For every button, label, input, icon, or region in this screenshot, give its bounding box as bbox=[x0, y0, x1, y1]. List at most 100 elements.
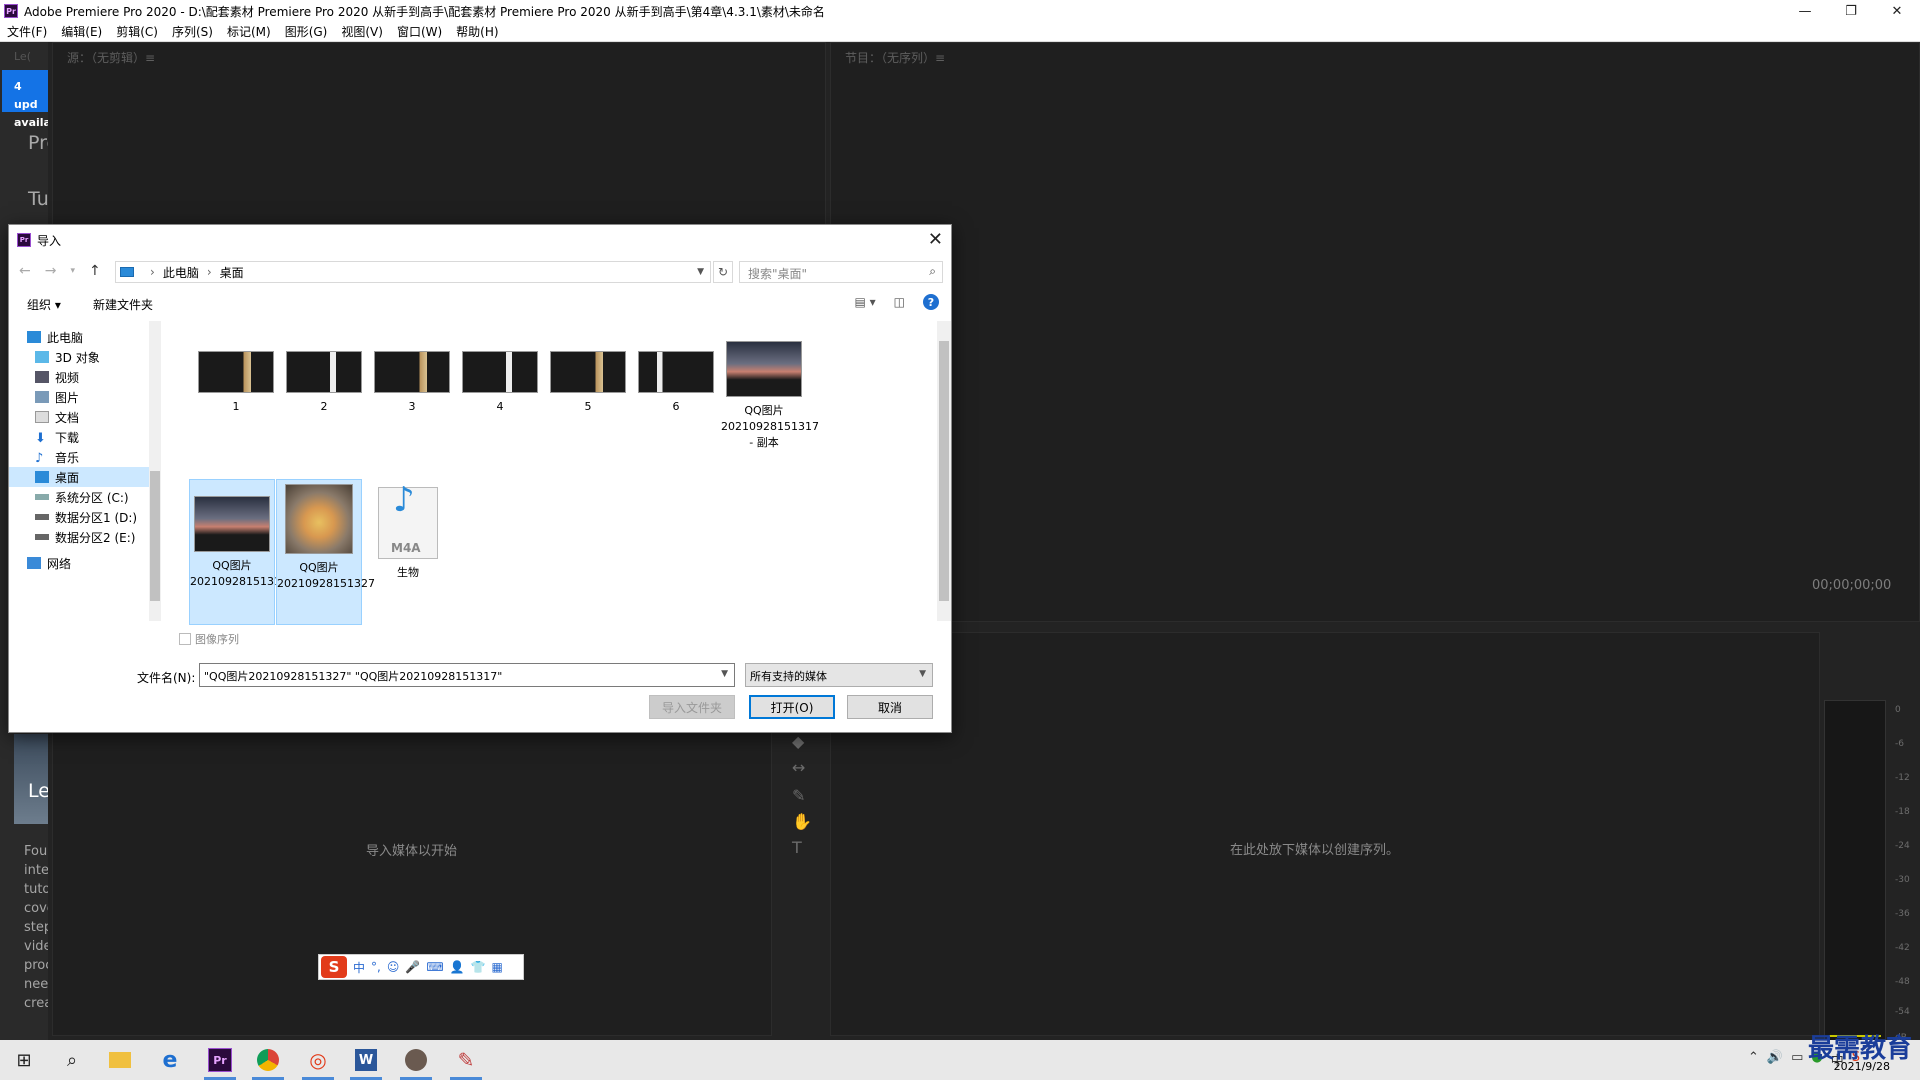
new-folder-button[interactable]: 新建文件夹 bbox=[93, 296, 153, 313]
recent-locations-icon[interactable]: ▾ bbox=[70, 266, 75, 279]
network-tray-icon[interactable]: ▭ bbox=[1791, 1050, 1803, 1069]
program-timecode[interactable]: 00;00;00;00 bbox=[1812, 578, 1891, 593]
search-placeholder: 搜索"桌面" bbox=[748, 267, 808, 281]
help-icon[interactable]: ? bbox=[923, 294, 939, 310]
nav-item-videos[interactable]: 视频 bbox=[9, 367, 149, 387]
close-window-button[interactable]: ✕ bbox=[1874, 0, 1920, 22]
program-panel-header[interactable]: 节目：（无序列）≡ bbox=[831, 43, 1919, 67]
premiere-taskbar-icon[interactable]: Pr bbox=[200, 1044, 240, 1080]
chevron-down-icon[interactable]: ▼ bbox=[697, 267, 704, 277]
refresh-button[interactable]: ↻ bbox=[713, 261, 733, 283]
file-item[interactable]: 3 bbox=[369, 351, 455, 415]
image-sequence-checkbox[interactable]: 图像序列 bbox=[179, 631, 239, 647]
up-arrow-icon[interactable]: ↑ bbox=[89, 263, 101, 279]
file-item[interactable]: ♪ M4A 生物 bbox=[365, 483, 451, 581]
minimize-button[interactable]: — bbox=[1782, 0, 1828, 22]
nav-item-3d-objects[interactable]: 3D 对象 bbox=[9, 347, 149, 367]
nav-item-downloads[interactable]: ⬇ 下载 bbox=[9, 427, 149, 447]
screen-recorder-icon[interactable]: ◎ bbox=[298, 1044, 338, 1080]
hand-tool-icon[interactable]: ✋ bbox=[792, 812, 812, 831]
menu-help[interactable]: 帮助(H) bbox=[449, 23, 505, 40]
preview-pane-icon[interactable]: ◫ bbox=[894, 295, 905, 309]
update-banner[interactable]: 4 upd availa bbox=[2, 70, 48, 129]
keyboard-icon[interactable]: ⌨ bbox=[426, 960, 443, 974]
filename-input[interactable]: "QQ图片20210928151327" "QQ图片20210928151317… bbox=[199, 663, 735, 687]
microphone-icon[interactable]: 🎤 bbox=[405, 960, 420, 974]
address-bar[interactable]: › 此电脑 › 桌面 ▼ bbox=[115, 261, 711, 283]
nav-item-drive-d[interactable]: 数据分区1 (D:) bbox=[9, 507, 149, 527]
cancel-button[interactable]: 取消 bbox=[847, 695, 933, 719]
dialog-close-button[interactable]: ✕ bbox=[928, 229, 943, 250]
file-item[interactable]: 6 bbox=[633, 351, 719, 415]
nav-item-pictures[interactable]: 图片 bbox=[9, 387, 149, 407]
maximize-button[interactable]: ❐ bbox=[1828, 0, 1874, 22]
ime-mode-toggle[interactable]: 中 bbox=[353, 959, 365, 976]
windows-start-icon[interactable]: ⊞ bbox=[4, 1044, 44, 1076]
nav-item-this-pc[interactable]: 此电脑 bbox=[9, 327, 149, 347]
nav-item-documents[interactable]: 文档 bbox=[9, 407, 149, 427]
word-icon[interactable]: W bbox=[346, 1044, 386, 1080]
volume-icon[interactable]: 🔊 bbox=[1767, 1050, 1783, 1069]
back-arrow-icon[interactable]: ← bbox=[19, 263, 31, 279]
menu-window[interactable]: 窗口(W) bbox=[390, 23, 449, 40]
paint-app-icon[interactable]: ✎ bbox=[446, 1044, 486, 1080]
file-list-scrollbar[interactable] bbox=[937, 321, 951, 621]
slip-tool-icon[interactable]: ↔ bbox=[792, 758, 805, 777]
file-item[interactable]: QQ图片20210928151327 bbox=[276, 479, 375, 625]
menu-view[interactable]: 视图(V) bbox=[334, 23, 390, 40]
nav-item-network[interactable]: 网络 bbox=[9, 553, 149, 573]
file-thumbnail bbox=[550, 351, 626, 393]
menu-file[interactable]: 文件(F) bbox=[0, 23, 54, 40]
menu-markers[interactable]: 标记(M) bbox=[220, 23, 278, 40]
razor-tool-icon[interactable]: ◆ bbox=[792, 732, 804, 751]
nav-item-drive-c[interactable]: 系统分区 (C:) bbox=[9, 487, 149, 507]
file-name: QQ图片20210928151317 bbox=[190, 559, 288, 588]
breadcrumb-separator-icon: › bbox=[150, 265, 155, 279]
file-item[interactable]: 1 bbox=[193, 351, 279, 415]
forward-arrow-icon[interactable]: → bbox=[45, 263, 57, 279]
checkbox-box[interactable] bbox=[179, 633, 191, 645]
file-item[interactable]: 4 bbox=[457, 351, 543, 415]
nav-item-music[interactable]: ♪ 音乐 bbox=[9, 447, 149, 467]
breadcrumb-desktop[interactable]: 桌面 bbox=[220, 264, 244, 281]
chrome-icon[interactable] bbox=[248, 1044, 288, 1080]
learn-tab[interactable]: Le( bbox=[14, 50, 31, 63]
file-item[interactable]: 5 bbox=[545, 351, 631, 415]
file-item[interactable]: QQ图片20210928151317 bbox=[189, 479, 288, 625]
scrollbar-thumb[interactable] bbox=[150, 471, 160, 601]
edge-browser-icon[interactable]: e bbox=[150, 1044, 190, 1076]
menu-edit[interactable]: 编辑(E) bbox=[54, 23, 109, 40]
nav-item-drive-e[interactable]: 数据分区2 (E:) bbox=[9, 527, 149, 547]
chevron-down-icon[interactable]: ▼ bbox=[721, 669, 728, 679]
organize-menu[interactable]: 组织 ▾ bbox=[27, 296, 61, 313]
tutorial-thumbnail[interactable]: Le bbox=[14, 734, 48, 824]
scrollbar-thumb[interactable] bbox=[939, 341, 949, 601]
type-tool-icon[interactable]: T bbox=[792, 838, 802, 857]
breadcrumb-this-pc[interactable]: 此电脑 bbox=[163, 264, 199, 281]
file-item[interactable]: 2 bbox=[281, 351, 367, 415]
chevron-up-icon[interactable]: ⌃ bbox=[1748, 1050, 1759, 1069]
file-explorer-icon[interactable] bbox=[100, 1044, 140, 1076]
open-button[interactable]: 打开(O) bbox=[749, 695, 835, 719]
nav-item-desktop[interactable]: 桌面 bbox=[9, 467, 149, 487]
nav-scrollbar[interactable] bbox=[149, 321, 161, 621]
toolbox-icon[interactable]: ▦ bbox=[492, 960, 503, 974]
file-item[interactable]: QQ图片20210928151317 - 副本 bbox=[721, 341, 819, 451]
pictures-folder-icon bbox=[35, 391, 49, 403]
search-input[interactable]: 搜索"桌面" ⌕ bbox=[739, 261, 943, 283]
photo-app-icon[interactable] bbox=[396, 1044, 436, 1080]
menu-sequence[interactable]: 序列(S) bbox=[165, 23, 220, 40]
file-type-select[interactable]: 所有支持的媒体 ▼ bbox=[745, 663, 933, 687]
emoji-icon[interactable]: ☺ bbox=[387, 960, 400, 974]
sogou-logo-icon[interactable]: S bbox=[321, 956, 347, 978]
menu-clip[interactable]: 剪辑(C) bbox=[109, 23, 165, 40]
pen-tool-icon[interactable]: ✎ bbox=[792, 786, 805, 805]
search-icon[interactable]: ⌕ bbox=[52, 1044, 92, 1076]
user-icon[interactable]: 👤 bbox=[450, 960, 465, 974]
view-options-icon[interactable]: ▤ ▾ bbox=[854, 295, 875, 309]
punctuation-icon[interactable]: °, bbox=[371, 960, 381, 974]
menu-graphics[interactable]: 图形(G) bbox=[278, 23, 335, 40]
skin-icon[interactable]: 👕 bbox=[471, 960, 486, 974]
source-panel-header[interactable]: 源：（无剪辑）≡ bbox=[53, 43, 825, 67]
import-folder-button[interactable]: 导入文件夹 bbox=[649, 695, 735, 719]
